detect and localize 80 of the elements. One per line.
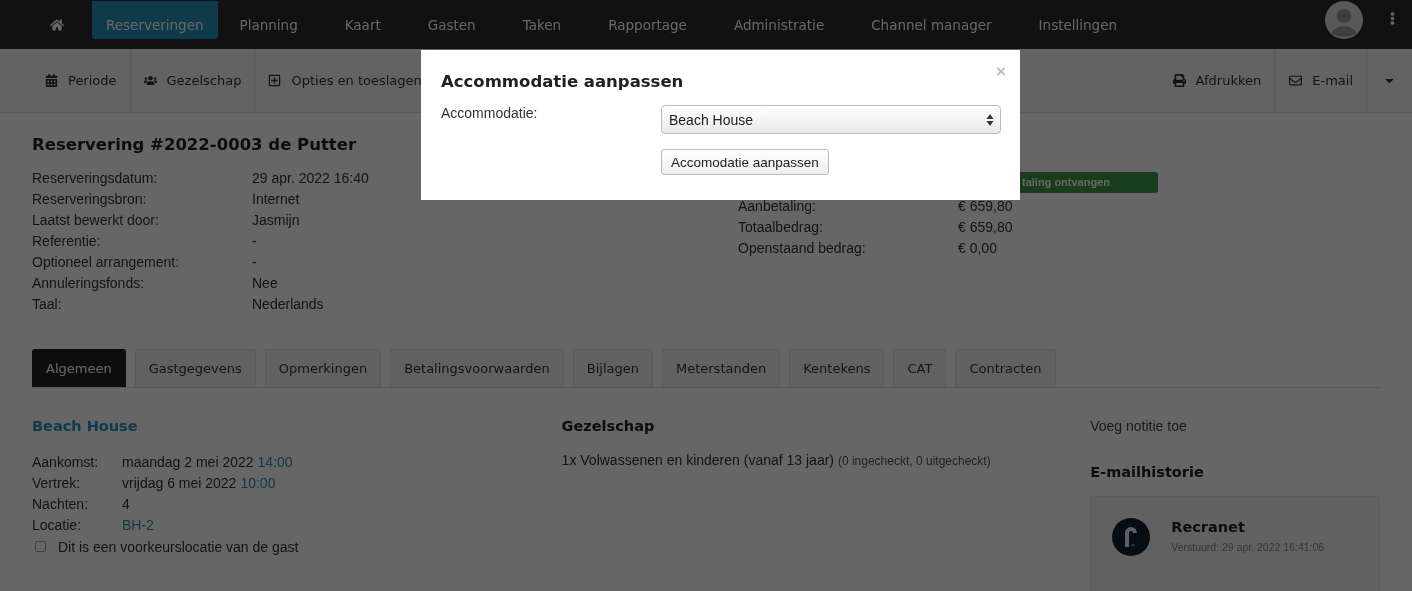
detail-value: 29 apr. 2022 16:40 [252, 169, 369, 188]
toolbar-button[interactable]: Periode [32, 49, 131, 112]
toolbar-button[interactable]: Afdrukken [1159, 49, 1276, 112]
envelope-icon [1289, 74, 1303, 87]
detail-value: Nee [252, 274, 278, 293]
payment-label: Totaalbedrag: [738, 218, 824, 237]
time-link[interactable]: 10:00 [240, 473, 276, 494]
sender-name: Recranet [1171, 519, 1246, 535]
time-link[interactable]: 14:00 [257, 452, 293, 473]
checkin-count: (0 ingecheckt, 0 uitgecheckt) [837, 454, 991, 468]
payment-value: € 659,80 [958, 218, 1013, 237]
add-note-link[interactable]: Voeg notitie toe [1090, 418, 1380, 434]
select-arrows-icon [986, 112, 994, 127]
toolbar-label: Opties en toeslagen [291, 73, 422, 88]
checkbox-label: Dit is een voorkeurslocatie van de gast [58, 538, 299, 555]
modal-title: Accommodatie aanpassen [441, 72, 685, 91]
tab[interactable]: CAT [893, 349, 947, 387]
payment-label: Aanbetaling: [738, 197, 817, 216]
detail-value: - [252, 253, 257, 272]
toolbar-label: E-mail [1312, 73, 1353, 88]
detail-label: Taal: [32, 295, 63, 314]
avatar[interactable] [1324, 1, 1364, 39]
info-label: Aankomst: [32, 453, 100, 472]
info-value: 4 [122, 495, 130, 514]
close-button[interactable]: × [996, 62, 1006, 82]
nav-item[interactable]: Taken [508, 0, 576, 39]
calendar-icon [45, 74, 58, 87]
detail-label: Laatst bewerkt door: [32, 211, 160, 230]
detail-value: - [252, 232, 257, 251]
detail-value: Jasmijn [252, 211, 300, 230]
section-heading: E-mailhistorie [1090, 464, 1205, 480]
detail-label: Reserveringsdatum: [32, 169, 159, 188]
detail-value: Nederlands [252, 295, 324, 314]
toolbar-label: Periode [68, 73, 117, 88]
printer-icon [1172, 74, 1186, 87]
info-label: Locatie: [32, 516, 83, 535]
field-label: Accommodatie: [441, 105, 539, 123]
logo-icon [1111, 517, 1152, 557]
detail-value: Internet [252, 190, 300, 209]
party-line: 1x Volwassenen en kinderen (vanaf 13 jaar) [561, 452, 834, 468]
payment-label: Openstaand bedrag: [738, 239, 867, 258]
accommodation-select[interactable]: Beach House [661, 105, 1001, 134]
tab[interactable]: Kentekens [789, 349, 885, 387]
toolbar-label: Gezelschap [166, 73, 242, 88]
detail-label: Annuleringsfonds: [32, 274, 146, 293]
nav-item[interactable]: Instellingen [1024, 0, 1131, 39]
location-link[interactable]: BH-2 [122, 515, 154, 536]
section-heading: Gezelschap [561, 418, 656, 434]
nav-item[interactable]: Rapportage [594, 0, 701, 39]
reservation-title: Reservering #2022-0003 de Putter [32, 135, 358, 154]
payment-status-badge: taling ontvangen [1020, 172, 1158, 193]
users-icon [143, 74, 157, 87]
tab[interactable]: Gastgegevens [134, 349, 256, 387]
toolbar-label: Afdrukken [1195, 73, 1262, 88]
checkbox[interactable] [35, 541, 46, 552]
tab[interactable]: Contracten [955, 349, 1056, 387]
detail-label: Reserveringsbron: [32, 190, 148, 209]
toolbar-button[interactable]: E-mail [1275, 49, 1366, 112]
nav-item[interactable]: Planning [225, 0, 312, 39]
nav-item[interactable]: Gasten [413, 0, 490, 39]
nav-item[interactable]: Reserveringen [92, 0, 218, 39]
payment-value: € 659,80 [958, 197, 1013, 216]
tab[interactable]: Bijlagen [572, 349, 653, 387]
nav-item[interactable]: Kaart [330, 0, 395, 39]
tab[interactable]: Opmerkingen [264, 349, 382, 387]
accommodation-link[interactable]: Beach House [32, 418, 562, 434]
info-value: vrijdag 6 mei 2022 [122, 474, 237, 493]
info-value: maandag 2 mei 2022 [122, 453, 254, 472]
tab[interactable]: Betalingsvoorwaarden [390, 349, 564, 387]
info-label: Nachten: [32, 495, 90, 514]
submit-button[interactable]: Accomodatie aanpassen [661, 149, 829, 175]
detail-label: Optioneel arrangement: [32, 253, 181, 272]
tab[interactable]: Algemeen [32, 349, 126, 387]
payment-value: € 0,00 [958, 239, 997, 258]
info-label: Vertrek: [32, 474, 82, 493]
tab[interactable]: Meterstanden [661, 349, 781, 387]
nav-item[interactable]: Administratie [719, 0, 839, 39]
detail-label: Referentie: [32, 232, 102, 251]
nav-item[interactable]: Channel manager [857, 0, 1006, 39]
toolbar-button[interactable]: Gezelschap [130, 49, 256, 112]
